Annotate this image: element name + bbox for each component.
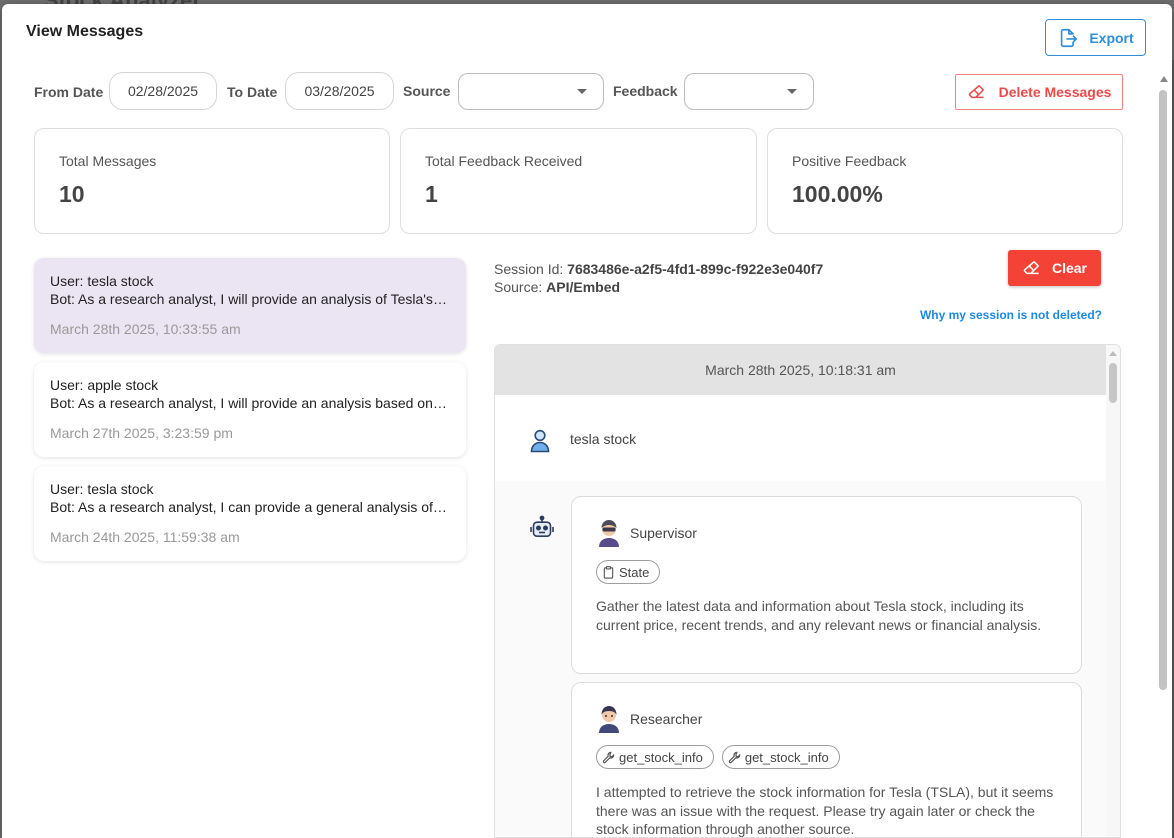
supervisor-avatar-icon: [599, 520, 619, 547]
export-button[interactable]: Export: [1045, 19, 1146, 56]
clipboard-icon: [603, 565, 614, 579]
chevron-down-icon: [787, 89, 797, 94]
view-messages-dialog: View Messages Export From Date 02/28/202…: [2, 4, 1172, 838]
chat-date-header: March 28th 2025, 10:18:31 am: [495, 345, 1106, 395]
stat-label: Total Messages: [59, 153, 157, 169]
session-user-text: User: tesla stock: [50, 481, 154, 497]
stat-value: 100.00%: [792, 181, 883, 207]
eraser-icon: [1023, 261, 1039, 275]
to-date-label: To Date: [227, 84, 278, 100]
delete-messages-label: Delete Messages: [998, 84, 1112, 100]
feedback-label: Feedback: [613, 83, 678, 99]
feedback-select[interactable]: [684, 73, 814, 110]
session-date: March 24th 2025, 11:59:38 am: [50, 529, 240, 545]
agent-name: Supervisor: [630, 525, 697, 541]
session-info: Session Id: 7683486e-a2f5-4fd1-899c-f922…: [494, 260, 823, 296]
session-user-text: User: tesla stock: [50, 273, 154, 289]
clear-button[interactable]: Clear: [1008, 250, 1101, 286]
tool-chip[interactable]: get_stock_info: [596, 745, 714, 769]
tool-chip[interactable]: get_stock_info: [721, 745, 840, 769]
wrench-icon: [728, 751, 741, 763]
stat-card-total-messages: Total Messages 10: [34, 128, 390, 234]
stat-label: Positive Feedback: [792, 153, 907, 169]
user-message-text: tesla stock: [570, 431, 637, 447]
source-label: Source: [403, 83, 451, 99]
researcher-avatar-icon: [599, 706, 619, 733]
stat-label: Total Feedback Received: [425, 153, 583, 169]
session-item[interactable]: User: apple stock Bot: As a research ana…: [34, 362, 466, 457]
session-id-value: 7683486e-a2f5-4fd1-899c-f922e3e040f7: [567, 261, 824, 277]
session-bot-text: Bot: As a research analyst, I will provi…: [50, 395, 450, 411]
agent-chip-row: get_stock_info get_stock_info: [596, 745, 840, 769]
stat-value: 10: [59, 181, 85, 207]
bot-icon: [530, 515, 554, 537]
chat-panel: March 28th 2025, 10:18:31 am tesla stock: [494, 344, 1121, 838]
wrench-icon: [602, 751, 615, 763]
session-item[interactable]: User: tesla stock Bot: As a research ana…: [34, 258, 466, 353]
from-date-input[interactable]: 02/28/2025: [109, 72, 217, 110]
export-label: Export: [1089, 29, 1134, 46]
from-date-label: From Date: [34, 84, 104, 100]
dialog-scroll-thumb[interactable]: [1159, 90, 1167, 690]
stat-card-total-feedback: Total Feedback Received 1: [400, 128, 757, 234]
dialog-title: View Messages: [26, 23, 144, 40]
chip-label: State: [619, 564, 650, 580]
session-bot-text: Bot: As a research analyst, I will provi…: [50, 291, 450, 307]
session-date: March 27th 2025, 3:23:59 pm: [50, 425, 233, 441]
session-id-label: Session Id:: [494, 261, 564, 277]
chat-scroll-thumb[interactable]: [1109, 363, 1117, 403]
user-icon: [530, 429, 550, 453]
agent-message-text: Gather the latest data and information a…: [596, 598, 1042, 633]
session-source-line: Source: API/Embed: [494, 278, 823, 296]
state-chip[interactable]: State: [596, 560, 661, 584]
source-select[interactable]: [458, 73, 604, 110]
delete-messages-button[interactable]: Delete Messages: [955, 74, 1123, 110]
to-date-input[interactable]: 03/28/2025: [285, 72, 394, 110]
session-user-text: User: apple stock: [50, 377, 159, 393]
chat-scrollbar[interactable]: [1106, 345, 1120, 837]
chip-label: get_stock_info: [744, 749, 829, 765]
session-source-value: API/Embed: [546, 279, 621, 295]
agent-name: Researcher: [630, 711, 703, 727]
session-bot-text: Bot: As a research analyst, I can provid…: [50, 499, 450, 515]
session-id-line: Session Id: 7683486e-a2f5-4fd1-899c-f922…: [494, 260, 823, 278]
agent-message-card: Supervisor State Gather the latest data …: [571, 496, 1082, 674]
chevron-down-icon: [577, 89, 587, 94]
eraser-icon: [968, 85, 984, 99]
session-item[interactable]: User: tesla stock Bot: As a research ana…: [34, 466, 466, 561]
scroll-up-arrow-icon[interactable]: [1109, 351, 1117, 356]
session-list: User: tesla stock Bot: As a research ana…: [34, 258, 466, 570]
chat-user-message: tesla stock: [495, 395, 1106, 481]
why-session-not-deleted-link[interactable]: Why my session is not deleted?: [882, 308, 1102, 322]
agent-header: Supervisor: [596, 519, 697, 547]
agent-message-text: I attempted to retrieve the stock inform…: [596, 784, 1054, 837]
agent-header: Researcher: [596, 705, 702, 733]
export-icon: [1061, 28, 1078, 47]
session-date: March 28th 2025, 10:33:55 am: [50, 321, 241, 337]
agent-message-card: Researcher get_stock_info get_stock_info…: [571, 682, 1082, 837]
scroll-up-arrow-icon[interactable]: [1160, 76, 1168, 82]
chip-label: get_stock_info: [619, 749, 703, 765]
session-source-label: Source:: [494, 279, 543, 295]
agent-chip-row: State: [596, 560, 661, 584]
filter-bar: From Date 02/28/2025 To Date 03/28/2025 …: [2, 72, 1152, 116]
stat-card-positive-feedback: Positive Feedback 100.00%: [767, 128, 1123, 234]
clear-label: Clear: [1051, 260, 1088, 276]
dialog-scrollbar[interactable]: [1156, 64, 1170, 838]
stat-value: 1: [425, 181, 438, 207]
